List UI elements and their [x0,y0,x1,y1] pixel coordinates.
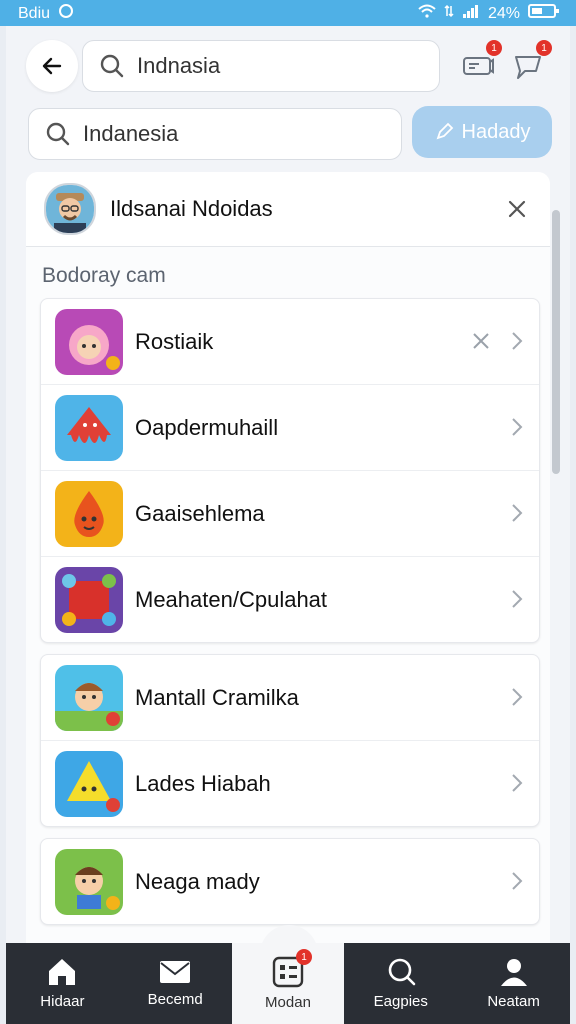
close-icon[interactable] [502,194,532,224]
battery-label: 24% [487,4,520,22]
signal-icon [462,4,480,23]
user-name: Ildsanai Ndoidas [110,196,273,221]
chevron-right-icon [509,771,525,795]
list-item[interactable]: Oapdermuhaill [41,385,539,471]
header: 1 1 Hadady [6,26,570,176]
notifications-button[interactable]: 1 [508,40,552,86]
kid-app-icon [55,848,123,915]
scrollbar[interactable] [552,210,560,474]
chevron-right-icon [509,329,525,353]
app-label: Rostiaik [135,328,214,354]
girl-app-icon [55,308,123,375]
section-title: Bodoray cam [42,264,166,287]
app-label: Lades Hiabah [135,770,271,796]
inbox-badge: 1 [486,40,502,56]
nav-label: Hidaar [40,993,85,1010]
home-icon [49,959,76,985]
chevron-right-icon [509,869,525,893]
action-button-label: Hadady [461,120,531,143]
app-label: Meahaten/Cpulahat [135,586,328,612]
search-bar-secondary[interactable] [28,108,402,160]
app-label: Neaga mady [135,868,260,894]
app-label: Gaaisehlema [135,500,265,526]
nav-item-grid[interactable]: 1 Modan [231,943,345,1024]
search-bar-primary[interactable] [82,40,440,92]
chevron-right-icon [509,501,525,525]
list-item[interactable]: Lades Hiabah [41,741,539,826]
chat-bubble-icon [515,56,541,79]
nav-label: Neatam [487,993,540,1010]
results-panel: Ildsanai Ndoidas Bodoray cam Rostiaik Oa… [26,172,550,1024]
wifi-icon [418,4,436,23]
nav-item-home[interactable]: Hidaar [6,943,119,1024]
boy-app-icon [55,664,123,731]
gem-app-icon [55,566,123,633]
triangle-app-icon [55,750,123,817]
app-label: Mantall Cramilka [135,684,299,710]
search-icon [45,121,71,147]
list-item[interactable]: Mantall Cramilka [41,655,539,741]
app-label: Oapdermuhaill [135,414,279,440]
avatar [44,183,96,235]
chevron-right-icon [509,685,525,709]
grid-badge: 1 [295,949,312,965]
chevron-right-icon [509,415,525,439]
battery-icon [528,3,560,24]
chevron-right-icon [509,587,525,611]
search-icon [99,53,125,79]
list-item[interactable]: Neaga mady [41,839,539,924]
arrow-left-icon [42,57,62,75]
status-bar: Bdiu 24% [0,0,576,26]
remove-icon[interactable] [469,329,493,353]
inbox-icon [463,57,494,75]
search-input-secondary[interactable] [81,120,345,148]
squid-app-icon [55,394,123,461]
mail-icon [160,961,191,983]
nav-item-mail[interactable]: Becemd [119,943,232,1024]
nav-label: Becemd [147,991,203,1008]
app-notification-icon [58,3,74,24]
app-list-card-2: Mantall Cramilka Lades Hiabah [40,654,540,827]
carrier-label: Bdiu [18,4,51,22]
inbox-button[interactable]: 1 [458,40,502,86]
data-arrows-icon [444,4,454,23]
nav-item-search[interactable]: Eagpies [344,943,457,1024]
list-item[interactable]: Gaaisehlema [41,471,539,557]
notifications-badge: 1 [536,40,552,56]
app-screen: 1 1 Hadady [6,26,570,1024]
bottom-nav: Hidaar Becemd 1 Modan Eagpies Neatam [6,943,570,1024]
nav-label: Modan [265,994,311,1011]
list-item[interactable]: Rostiaik [41,299,539,385]
app-list-card-3: Neaga mady [40,838,540,925]
pencil-icon [436,122,453,140]
user-icon [500,959,527,986]
nav-item-profile[interactable]: Neatam [457,943,570,1024]
drop-app-icon [55,480,123,547]
app-list-card-1: Rostiaik Oapdermuhaill Gaaisehlema Meaha… [40,298,540,643]
search-input-primary[interactable] [135,52,399,80]
list-item[interactable]: Meahaten/Cpulahat [41,557,539,642]
search-icon [388,958,416,986]
action-button[interactable]: Hadady [412,106,552,158]
nav-label: Eagpies [373,993,428,1010]
back-button[interactable] [26,40,78,92]
selected-user-row[interactable]: Ildsanai Ndoidas [26,172,550,247]
